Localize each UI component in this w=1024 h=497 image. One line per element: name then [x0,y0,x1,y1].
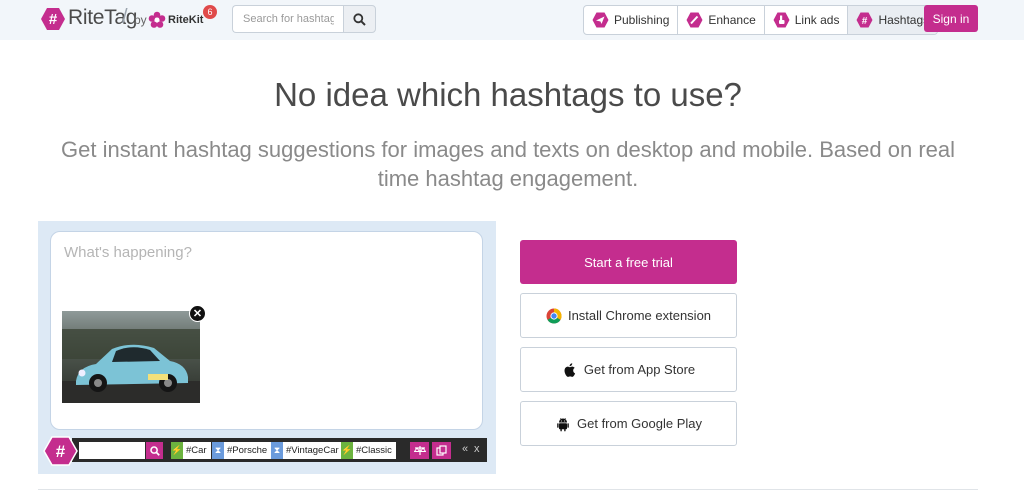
search-button[interactable] [343,5,376,33]
svg-text:#: # [49,11,58,28]
chrome-button-label: Install Chrome extension [567,308,712,323]
install-chrome-extension-button[interactable]: Install Chrome extension [520,293,737,338]
lightning-icon: ⚡ [171,442,183,459]
android-icon [557,417,569,431]
hashtag-chip-label: #Classic [356,445,392,456]
sign-in-button[interactable]: Sign in [924,5,978,32]
page-headline: No idea which hashtags to use? [274,76,742,113]
hashtag-search-input[interactable] [232,5,344,33]
copy-tool-button[interactable] [432,442,451,459]
hashtag-chip-label: #Porsche [227,445,268,456]
apple-icon [564,362,575,377]
chrome-icon [546,308,562,324]
app-store-button-label: Get from App Store [583,362,696,377]
lightning-icon: ⚡ [341,442,353,459]
pointer-hand-icon [773,12,790,28]
hashtag-icon: # [856,12,873,28]
ritekit-text[interactable]: RiteKit [168,14,203,26]
page-subheadline: Get instant hashtag suggestions for imag… [61,137,955,191]
svg-text:#: # [862,16,868,27]
by-label: by [134,13,147,27]
close-toolbar-button[interactable]: x [474,443,480,455]
ritetag-hashtag-icon[interactable]: # [43,436,78,466]
toolbar-hashtag-input[interactable] [79,442,145,459]
pencil-icon [686,12,703,28]
hashtag-chip-vintagecar[interactable]: ⧗ #VintageCar [271,442,343,459]
nav-link-ads[interactable]: Link ads [765,6,849,34]
nav-hashtags-label: Hashtags [878,13,930,27]
hashtag-chip-classic[interactable]: ⚡ #Classic [341,442,396,459]
search-icon [353,12,366,26]
nav-publishing[interactable]: Publishing [584,6,679,34]
app-store-button[interactable]: Get from App Store [520,347,737,392]
copy-icon [436,445,447,456]
nav-publishing-label: Publishing [614,13,670,27]
scale-icon [413,446,426,455]
hashtag-chip-porsche[interactable]: ⧗ #Porsche [212,442,272,459]
nav-enhance[interactable]: Enhance [678,6,765,34]
hashtag-chip-label: #VintageCar [286,445,339,456]
search-icon [149,445,160,456]
hourglass-icon: ⧗ [212,442,224,459]
top-header: # RiteTag / by RiteKit 6 Publishing [0,0,1024,40]
start-free-trial-button[interactable]: Start a free trial [520,240,737,284]
ritetag-logo-icon[interactable]: # [40,7,66,31]
composer-placeholder[interactable]: What's happening? [64,244,192,261]
nav-enhance-label: Enhance [708,13,756,27]
hashtag-chip-label: #Car [186,445,207,456]
google-play-button-label: Get from Google Play [577,416,702,431]
svg-text:#: # [56,442,66,461]
paper-plane-icon [592,12,609,28]
notification-badge[interactable]: 6 [203,5,217,19]
google-play-button[interactable]: Get from Google Play [520,401,737,446]
nav-link-ads-label: Link ads [794,13,840,27]
product-nav: Publishing Enhance Link ads # Hashtags [583,5,939,35]
attached-car-image [62,311,200,403]
toolbar-search-button[interactable] [146,442,163,459]
collapse-toolbar-button[interactable]: « [462,443,468,455]
section-divider [38,489,978,490]
scale-tool-button[interactable] [410,442,429,459]
logo-divider: / [122,6,128,28]
hashtag-chip-car[interactable]: ⚡ #Car [171,442,211,459]
remove-image-button[interactable]: ✕ [189,305,206,322]
hourglass-icon: ⧗ [271,442,283,459]
ritekit-flower-icon[interactable] [148,11,166,29]
